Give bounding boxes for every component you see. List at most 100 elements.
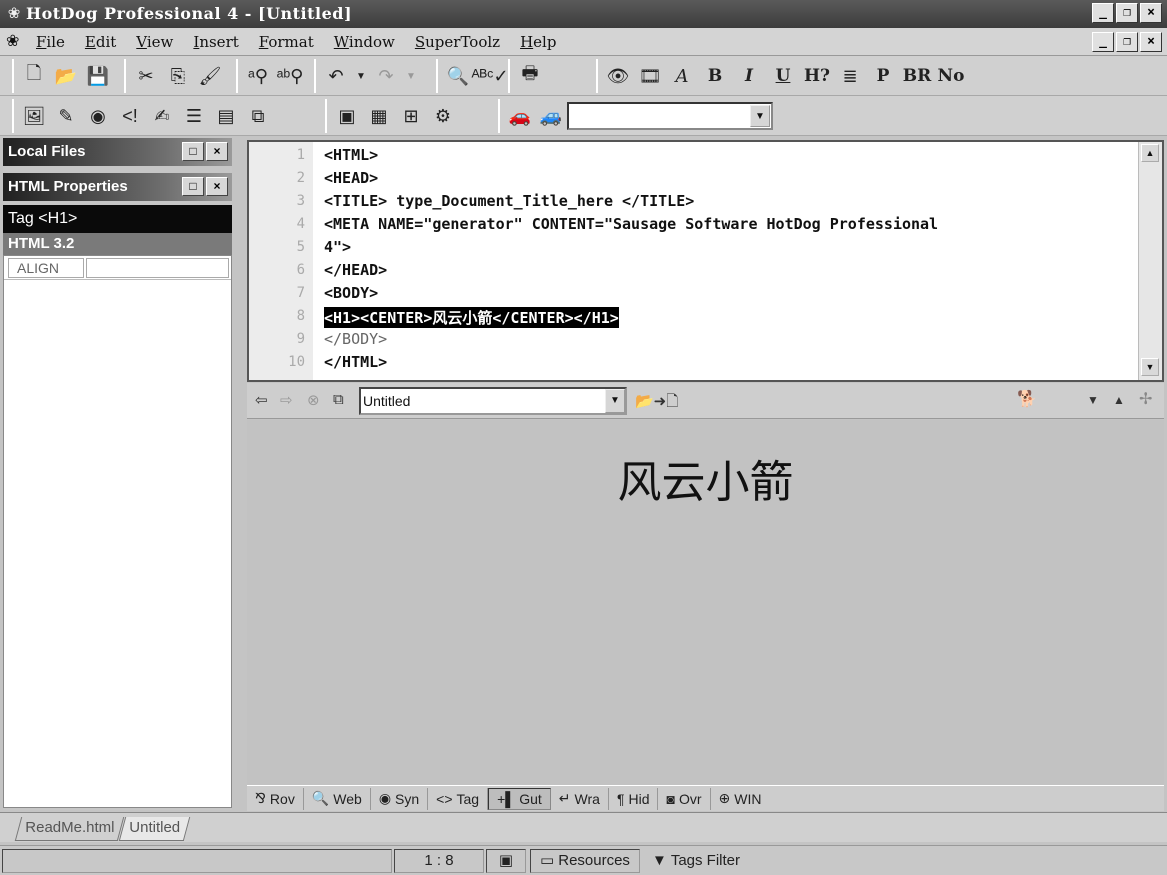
frameset-icon[interactable]: ⊞	[395, 101, 427, 131]
link-icon[interactable]: ✎	[50, 101, 82, 131]
scroll-down-icon[interactable]: ▼	[1141, 358, 1159, 376]
code-line[interactable]: <HTML>	[324, 146, 378, 164]
mode-wra[interactable]: ↵ Wra	[551, 787, 609, 810]
mode-tag[interactable]: <> Tag	[428, 787, 489, 810]
no-break-button[interactable]: No	[934, 61, 968, 91]
publish-icon[interactable]: 🚗	[504, 101, 536, 131]
local-files-header[interactable]: Local Files □ ×	[3, 138, 232, 166]
spell-check-icon[interactable]: ᴬᴮᶜ✓	[471, 61, 508, 91]
find-icon[interactable]: ᵃ⚲	[242, 61, 274, 91]
toolbar-combo[interactable]: ▼	[567, 102, 773, 130]
code-line[interactable]: </HEAD>	[324, 261, 387, 279]
menu-view[interactable]: View	[136, 33, 173, 51]
menu-supertoolz[interactable]: SuperToolz	[415, 33, 500, 51]
back-arrow-icon[interactable]: ⇦	[255, 391, 268, 409]
font-icon[interactable]: A	[666, 61, 698, 91]
undo-dropdown-icon[interactable]: ▼	[352, 61, 370, 91]
code-editor[interactable]: 1 2 3 4 5 6 7 8 9 10 <HTML> <HEAD> <TITL…	[247, 140, 1164, 382]
paragraph-button[interactable]: P	[866, 61, 900, 91]
align-value-field[interactable]	[86, 258, 229, 278]
expand-up-icon[interactable]: ▲	[1113, 393, 1125, 407]
preview-url-combo[interactable]: Untitled ▼	[359, 387, 627, 415]
properties-maximize-button[interactable]: □	[182, 177, 204, 196]
menu-edit[interactable]: Edit	[85, 33, 116, 51]
panel-maximize-button[interactable]: □	[182, 142, 204, 161]
chevron-down-icon[interactable]: ▼	[605, 389, 625, 413]
code-line[interactable]: </BODY>	[324, 330, 387, 348]
mode-syn[interactable]: ◉ Syn	[371, 787, 429, 810]
redo-dropdown-icon[interactable]: ▼	[402, 61, 420, 91]
zoom-icon[interactable]: 🔍	[442, 61, 474, 91]
open-in-browser-icon[interactable]: 📂➜🗋	[635, 391, 678, 416]
heading-button[interactable]: H?	[800, 61, 834, 91]
underline-button[interactable]: U	[766, 61, 800, 91]
minimize-button[interactable]: _	[1092, 3, 1114, 23]
table-icon[interactable]: ▦	[363, 101, 395, 131]
horizontal-rule-icon[interactable]: ✍	[146, 101, 178, 131]
bold-button[interactable]: B	[698, 61, 732, 91]
properties-close-button[interactable]: ×	[206, 177, 228, 196]
refresh-icon[interactable]: ⧉	[333, 391, 344, 408]
menu-help[interactable]: Help	[520, 33, 556, 51]
align-center-icon[interactable]: ≣	[834, 61, 866, 91]
code-line-selected[interactable]: <H1><CENTER>风云小箭</CENTER></H1>	[324, 307, 619, 328]
redo-icon[interactable]: ↷	[370, 61, 402, 91]
panel-close-button[interactable]: ×	[206, 142, 228, 161]
preview-car-icon[interactable]: 🚙	[536, 101, 566, 131]
menu-insert[interactable]: Insert	[193, 33, 238, 51]
close-button[interactable]: ×	[1140, 3, 1162, 23]
menu-format[interactable]: Format	[259, 33, 314, 51]
hotdog-app-icon[interactable]: ❀	[5, 5, 23, 23]
form-icon[interactable]: ▤	[210, 101, 242, 131]
doc-minimize-button[interactable]: _	[1092, 32, 1114, 52]
undo-icon[interactable]: ↶	[320, 61, 352, 91]
copy-icon[interactable]: ⎘	[162, 61, 194, 91]
code-line[interactable]: 4">	[324, 238, 351, 256]
mode-win[interactable]: ⊕ WIN	[711, 788, 770, 810]
restore-button[interactable]: ❐	[1116, 3, 1138, 23]
frame-icon[interactable]: ▣	[331, 101, 363, 131]
forward-arrow-icon[interactable]: ⇨	[280, 391, 293, 409]
collapse-down-icon[interactable]: ▼	[1087, 393, 1099, 407]
comment-icon[interactable]: <!	[114, 101, 146, 131]
eye-icon[interactable]: 👁	[602, 61, 634, 91]
italic-button[interactable]: I	[732, 61, 766, 91]
html-properties-header[interactable]: HTML Properties □ ×	[3, 173, 232, 201]
mode-ovr[interactable]: ◙ Ovr	[658, 787, 711, 810]
mode-hid[interactable]: ¶ Hid	[609, 787, 659, 810]
line-break-button[interactable]: BR	[900, 61, 934, 91]
code-line[interactable]: <TITLE> type_Document_Title_here </TITLE…	[324, 192, 694, 210]
code-line[interactable]: </HTML>	[324, 353, 387, 371]
editor-scrollbar[interactable]: ▲ ▼	[1138, 142, 1162, 380]
tags-filter-tab[interactable]: ▼ Tags Filter	[642, 849, 750, 873]
doc-restore-button[interactable]: ❐	[1116, 32, 1138, 52]
script-icon[interactable]: ⧉	[242, 101, 274, 131]
document-icon[interactable]: ❀	[6, 32, 19, 52]
cut-icon[interactable]: ✂	[130, 61, 162, 91]
paste-brush-icon[interactable]: 🖌	[194, 61, 226, 91]
doc-close-button[interactable]: ×	[1140, 32, 1162, 52]
code-line[interactable]: <META NAME="generator" CONTENT="Sausage …	[324, 215, 938, 233]
code-line[interactable]: <BODY>	[324, 284, 378, 302]
menu-window[interactable]: Window	[334, 33, 395, 51]
replace-icon[interactable]: ᵃᵇ⚲	[274, 61, 306, 91]
image-icon[interactable]: 🖼	[18, 101, 50, 131]
html-version[interactable]: HTML 3.2	[3, 233, 232, 255]
open-folder-icon[interactable]: 📂	[50, 61, 82, 91]
pin-icon[interactable]: ✢	[1139, 389, 1152, 409]
tab-readme[interactable]: ReadMe.html	[14, 817, 125, 841]
target-icon[interactable]: ◉	[82, 101, 114, 131]
list-icon[interactable]: ☰	[178, 101, 210, 131]
mode-web[interactable]: 🔍 Web	[304, 787, 371, 810]
mode-gut[interactable]: +▌ Gut	[488, 787, 551, 810]
gear-icon[interactable]: ⚙	[427, 101, 459, 131]
menu-file[interactable]: File	[36, 33, 65, 51]
resources-tab[interactable]: ▭ Resources	[530, 849, 640, 873]
chevron-down-icon[interactable]: ▼	[750, 105, 770, 127]
scroll-up-icon[interactable]: ▲	[1141, 144, 1159, 162]
print-icon[interactable]: 🖶	[514, 61, 546, 91]
filmstrip-icon[interactable]: 🎞	[634, 61, 666, 91]
code-line[interactable]: <HEAD>	[324, 169, 378, 187]
tab-untitled[interactable]: Untitled	[118, 817, 191, 841]
new-file-icon[interactable]: 🗋	[18, 61, 50, 91]
